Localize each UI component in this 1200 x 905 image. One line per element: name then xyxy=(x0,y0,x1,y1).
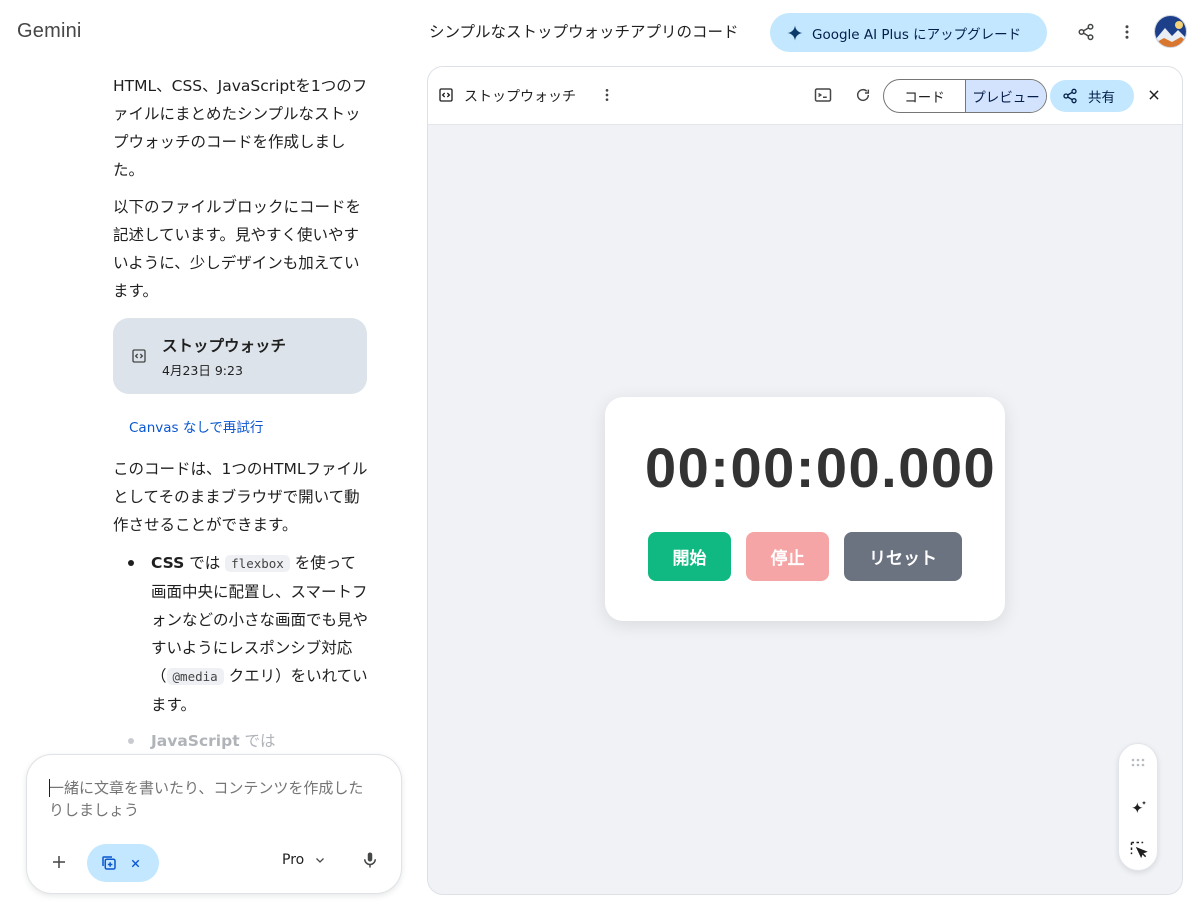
chevron-down-icon xyxy=(314,854,326,866)
model-label: Pro xyxy=(282,852,305,868)
start-button[interactable]: 開始 xyxy=(648,532,731,581)
share-label: 共有 xyxy=(1088,90,1115,106)
canvas-panel: ストップウォッチ コード プレビュー 共有 00:00:00.000 開始 停止… xyxy=(427,66,1183,895)
share-icon[interactable] xyxy=(1072,18,1100,46)
canvas-toolbar: ストップウォッチ コード プレビュー 共有 xyxy=(428,67,1182,125)
prompt-input[interactable] xyxy=(49,777,369,821)
stopwatch-display: 00:00:00.000 xyxy=(645,436,997,499)
prompt-composer: Pro xyxy=(26,754,402,894)
message-intro: HTML、CSS、JavaScriptを1つのファイルにまとめたシンプルなストッ… xyxy=(113,77,368,179)
close-icon[interactable] xyxy=(1147,88,1161,102)
file-card-date: 4月23日 9:23 xyxy=(162,363,243,378)
text-caret xyxy=(49,779,50,797)
file-card-title: ストップウォッチ xyxy=(162,337,287,355)
add-icon[interactable] xyxy=(46,849,72,875)
canvas-tool-chip[interactable] xyxy=(87,844,159,882)
canvas-icon xyxy=(100,854,118,872)
sparkle-icon xyxy=(786,24,804,42)
upgrade-label: Google AI Plus にアップグレード xyxy=(812,26,1022,43)
list-item: CSS では flexbox を使って画面中央に配置し、スマートフォンなどの小さ… xyxy=(128,549,371,719)
retry-without-canvas-link[interactable]: Canvas なしで再試行 xyxy=(129,416,263,436)
document-title: シンプルなストップウォッチアプリのコード xyxy=(429,23,739,41)
code-file-icon xyxy=(438,87,454,103)
upgrade-button[interactable]: Google AI Plus にアップグレード xyxy=(770,13,1047,52)
list-item-strong: JavaScript xyxy=(151,732,240,750)
list-item-strong: CSS xyxy=(151,554,185,572)
view-toggle: コード プレビュー xyxy=(883,79,1047,113)
more-vert-icon[interactable] xyxy=(599,87,615,103)
console-icon[interactable] xyxy=(814,87,832,103)
message-paragraph: 以下のファイルブロックにコードを記述しています。見やすく使いやすいように、少しデ… xyxy=(113,198,362,300)
mic-icon[interactable] xyxy=(361,850,379,870)
tab-preview[interactable]: プレビュー xyxy=(965,80,1046,112)
list-item: JavaScript では xyxy=(128,727,371,755)
sparkle-edit-icon[interactable] xyxy=(1129,799,1149,819)
stopwatch-card: 00:00:00.000 開始 停止 リセット xyxy=(605,397,1005,621)
floating-toolbar xyxy=(1118,743,1158,871)
select-element-icon[interactable] xyxy=(1129,840,1149,860)
file-card[interactable]: ストップウォッチ 4月23日 9:23 xyxy=(113,318,367,394)
refresh-icon[interactable] xyxy=(855,87,871,103)
reset-button[interactable]: リセット xyxy=(844,532,962,581)
inline-code: @media xyxy=(166,668,224,685)
canvas-title: ストップウォッチ xyxy=(464,89,576,105)
gemini-logo[interactable]: Gemini xyxy=(17,20,82,43)
close-icon[interactable] xyxy=(130,858,141,869)
avatar[interactable] xyxy=(1154,15,1187,48)
tab-code[interactable]: コード xyxy=(884,80,965,112)
stop-button[interactable]: 停止 xyxy=(746,532,829,581)
message-paragraph-2: このコードは、1つのHTMLファイルとしてそのままブラウザで開いて動作させること… xyxy=(113,460,368,534)
model-selector[interactable]: Pro xyxy=(282,852,326,868)
more-vert-icon[interactable] xyxy=(1113,18,1141,46)
inline-code: flexbox xyxy=(225,555,290,572)
share-icon xyxy=(1062,88,1078,104)
code-file-icon xyxy=(131,348,147,364)
drag-handle-icon[interactable] xyxy=(1129,758,1147,768)
share-button[interactable]: 共有 xyxy=(1050,80,1134,112)
